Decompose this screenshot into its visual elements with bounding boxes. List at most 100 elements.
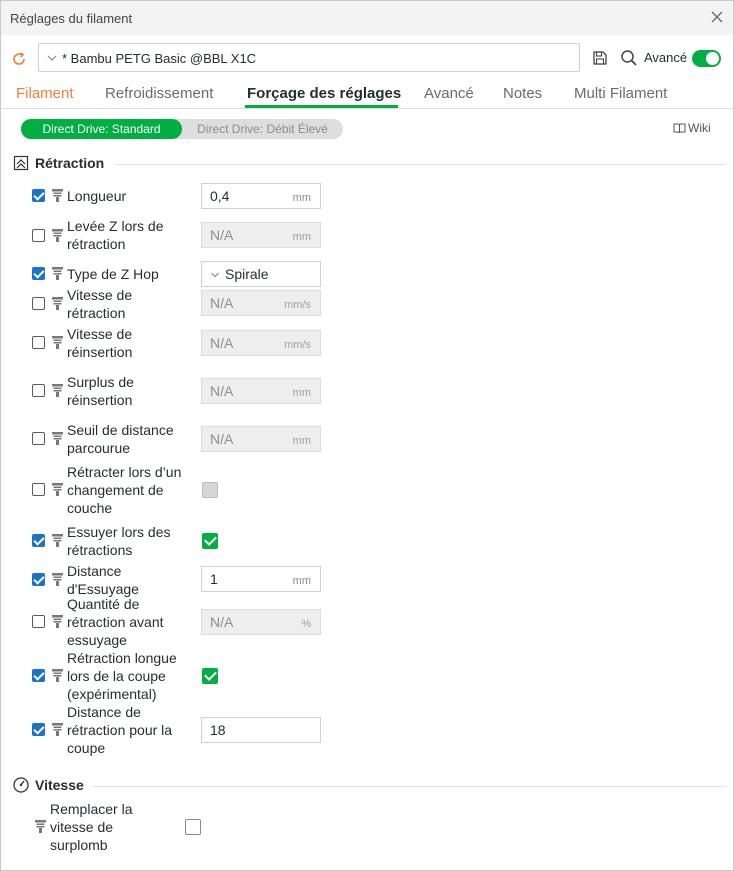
retraction-icon — [13, 155, 29, 171]
filament-flag-icon — [52, 615, 63, 628]
select-z-hop-type[interactable]: Spirale — [201, 261, 321, 287]
tab-notes[interactable]: Notes — [503, 85, 542, 102]
unit-retract-before-wipe: % — [301, 618, 311, 630]
section-divider — [93, 786, 726, 787]
section-speed-title: Vitesse — [35, 777, 84, 793]
input-length[interactable]: 0,4 mm — [201, 183, 321, 209]
label-wipe-distance: Distance d'Essuyage — [67, 563, 139, 597]
value-z-hop-type: Spirale — [225, 266, 269, 282]
settings-tabs: Filament Refroidissement Forçage des rég… — [1, 81, 733, 109]
value-travel-distance-threshold: N/A — [210, 431, 234, 447]
label-extra-restart-length: Surplus de réinsertion — [67, 374, 134, 408]
tab-advanced[interactable]: Avancé — [424, 85, 474, 102]
preset-value: * Bambu PETG Basic @BBL X1C — [62, 51, 257, 66]
label-z-hop-type: Type de Z Hop — [67, 266, 159, 282]
filament-flag-icon — [52, 384, 63, 397]
filament-flag-icon — [52, 229, 63, 242]
advanced-label: Avancé — [644, 50, 688, 65]
tab-filament[interactable]: Filament — [16, 85, 74, 102]
filament-flag-icon — [52, 723, 63, 736]
filament-flag-icon — [52, 336, 63, 349]
unit-wipe-distance: mm — [292, 575, 311, 587]
preset-dropdown[interactable]: * Bambu PETG Basic @BBL X1C — [38, 43, 580, 72]
input-extra-restart-length[interactable]: N/A mm — [201, 378, 321, 404]
override-checkbox-retraction-speed[interactable] — [32, 297, 45, 310]
active-tab-indicator — [245, 105, 398, 108]
value-length: 0,4 — [210, 188, 230, 204]
filament-flag-icon — [52, 534, 63, 547]
value-wipe-distance: 1 — [210, 571, 218, 587]
filament-flag-icon — [52, 432, 63, 445]
input-deretraction-speed[interactable]: N/A mm/s — [201, 330, 321, 356]
filament-flag-icon — [52, 483, 63, 496]
filament-flag-icon — [52, 297, 63, 310]
override-checkbox-wipe-on-retraction[interactable] — [32, 534, 45, 547]
override-checkbox-retract-on-layer-change[interactable] — [32, 483, 45, 496]
close-icon[interactable] — [708, 8, 726, 26]
value-retract-before-wipe: N/A — [210, 614, 234, 630]
label-deretraction-speed: Vitesse de réinsertion — [67, 326, 133, 360]
override-checkbox-wipe-distance[interactable] — [32, 573, 45, 586]
value-retraction-speed: N/A — [210, 295, 234, 311]
section-divider — [116, 164, 726, 165]
input-wipe-distance[interactable]: 1 mm — [201, 566, 321, 592]
filament-flag-icon — [52, 573, 63, 586]
tab-cooling[interactable]: Refroidissement — [105, 85, 213, 102]
value-retraction-distance-on-cut: 18 — [210, 722, 226, 738]
title-bar: Réglages du filament — [1, 1, 733, 35]
window-title: Réglages du filament — [10, 11, 133, 26]
preset-toolbar: * Bambu PETG Basic @BBL X1C Avancé — [1, 35, 733, 77]
label-retract-on-layer-change: Rétracter lors d’un changement de couche — [67, 464, 182, 516]
value-extra-restart-length: N/A — [210, 383, 234, 399]
input-retraction-speed[interactable]: N/A mm/s — [201, 290, 321, 316]
wiki-link[interactable]: Wiki — [673, 121, 711, 135]
label-travel-distance-threshold: Seuil de distance parcourue — [67, 422, 174, 456]
input-z-hop[interactable]: N/A mm — [201, 222, 321, 248]
filament-flag-icon — [52, 267, 63, 280]
unit-length: mm — [292, 192, 311, 204]
refresh-icon[interactable] — [11, 51, 27, 67]
override-checkbox-retraction-distance-on-cut[interactable] — [32, 723, 45, 736]
override-checkbox-z-hop[interactable] — [32, 229, 45, 242]
label-wipe-on-retraction: Essuyer lors des rétractions — [67, 524, 171, 558]
filament-flag-icon — [52, 189, 63, 202]
speedometer-icon — [13, 777, 29, 793]
input-retract-before-wipe[interactable]: N/A % — [201, 609, 321, 635]
chevron-down-icon — [211, 272, 219, 278]
advanced-toggle[interactable] — [692, 50, 721, 67]
section-retraction-title: Rétraction — [35, 155, 105, 171]
filament-settings-window: Réglages du filament * Bambu PETG Basic … — [0, 0, 734, 871]
override-checkbox-deretraction-speed[interactable] — [32, 336, 45, 349]
subtab-direct-drive-high-flow[interactable]: Direct Drive: Débit Élevé — [182, 119, 343, 139]
chevron-down-icon — [47, 55, 57, 61]
unit-deretraction-speed: mm/s — [284, 339, 311, 351]
override-checkbox-extra-restart-length[interactable] — [32, 384, 45, 397]
override-checkbox-travel-distance-threshold[interactable] — [32, 432, 45, 445]
unit-retraction-speed: mm/s — [284, 299, 311, 311]
label-long-retraction-on-cut: Rétraction longue lors de la coupe (expé… — [67, 650, 177, 702]
override-checkbox-z-hop-type[interactable] — [32, 267, 45, 280]
value-z-hop: N/A — [210, 227, 234, 243]
value-checkbox-long-retraction-on-cut[interactable] — [202, 668, 218, 684]
tab-multi-filament[interactable]: Multi Filament — [574, 85, 667, 102]
tab-setting-overrides[interactable]: Forçage des réglages — [247, 85, 401, 102]
override-checkbox-length[interactable] — [32, 189, 45, 202]
search-icon[interactable] — [620, 49, 638, 67]
book-icon — [673, 123, 686, 134]
override-checkbox-retract-before-wipe[interactable] — [32, 615, 45, 628]
subtab-direct-drive-standard[interactable]: Direct Drive: Standard — [21, 119, 182, 139]
value-checkbox-retract-on-layer-change[interactable] — [202, 482, 218, 498]
input-travel-distance-threshold[interactable]: N/A mm — [201, 426, 321, 452]
value-checkbox-wipe-on-retraction[interactable] — [202, 533, 218, 549]
value-checkbox-override-overhang-speed[interactable] — [185, 819, 201, 835]
override-checkbox-long-retraction-on-cut[interactable] — [32, 669, 45, 682]
value-deretraction-speed: N/A — [210, 335, 234, 351]
unit-travel-distance-threshold: mm — [292, 435, 311, 447]
label-override-overhang-speed: Remplacer la vitesse de surplomb — [50, 801, 133, 853]
input-retraction-distance-on-cut[interactable]: 18 — [201, 717, 321, 743]
save-icon[interactable] — [592, 50, 608, 66]
filament-flag-icon — [52, 669, 63, 682]
label-retract-before-wipe: Quantité de rétraction avant essuyage — [67, 596, 164, 648]
filament-flag-icon — [35, 820, 46, 833]
label-retraction-speed: Vitesse de rétraction — [67, 287, 133, 321]
